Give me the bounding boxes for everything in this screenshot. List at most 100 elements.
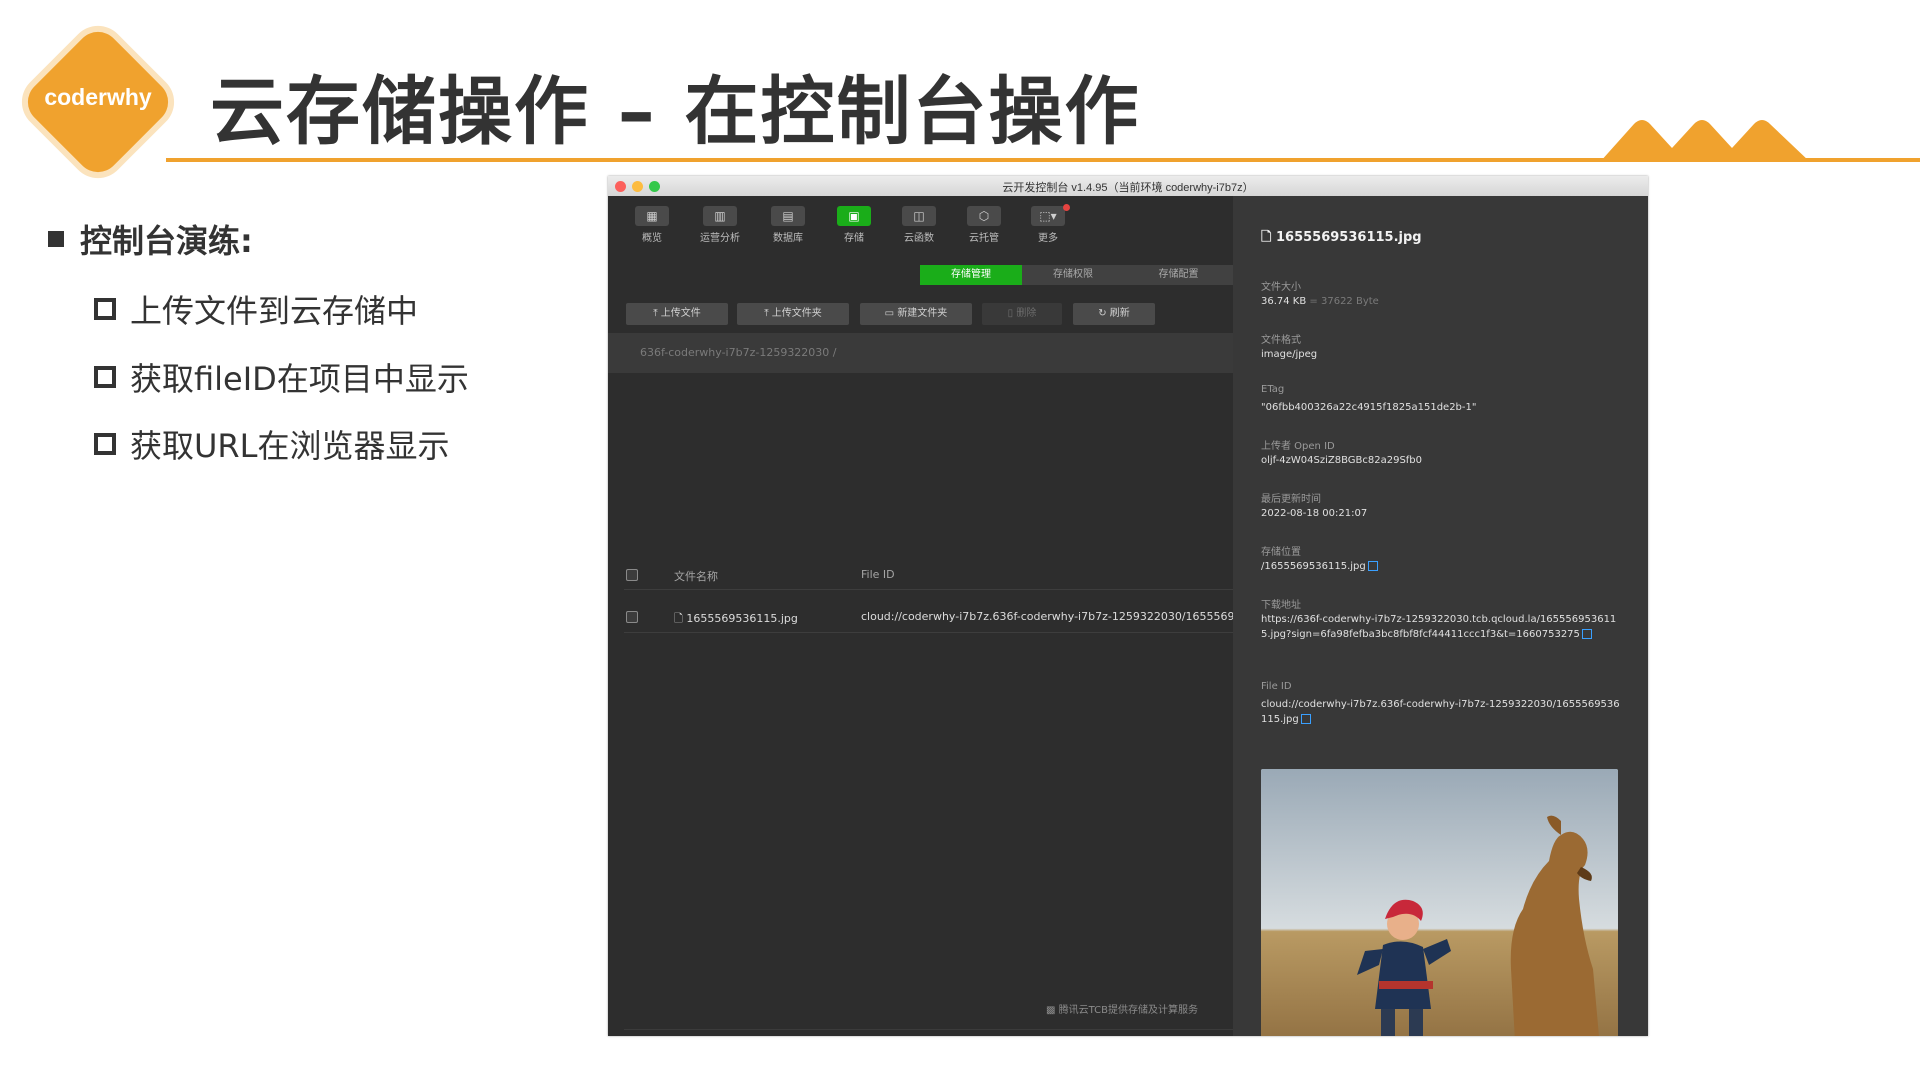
size-bytes: = 37622 Byte xyxy=(1309,296,1379,307)
bullet-main: 控制台演练: xyxy=(48,216,253,262)
file-icon: 🗋 xyxy=(674,612,687,625)
bar-chart-icon: ▥ xyxy=(703,206,737,226)
file-name-cell[interactable]: 🗋 1655569536115.jpg xyxy=(674,610,798,629)
toolbar-label: 存储 xyxy=(844,233,864,244)
uploader-label: 上传者 Open ID xyxy=(1261,441,1335,452)
tab-storage-permissions[interactable]: 存储权限 xyxy=(1022,265,1124,285)
sub-bullet-text: 获取fileID在项目中显示 xyxy=(130,360,469,398)
file-icon: 🗋 xyxy=(1261,230,1276,245)
detail-file-title: 🗋 1655569536115.jpg xyxy=(1261,228,1422,250)
upload-file-button[interactable]: ⤒ 上传文件 xyxy=(626,303,728,325)
window-titlebar: 云开发控制台 v1.4.95（当前环境 coderwhy-i7b7z） xyxy=(608,176,1648,197)
hollow-square-icon xyxy=(94,433,116,455)
table-divider xyxy=(624,632,1233,633)
toolbar-label: 云函数 xyxy=(904,233,934,244)
path-breadcrumb: 636f-coderwhy-i7b7z-1259322030 / xyxy=(608,333,1233,373)
fileid-value: cloud://coderwhy-i7b7z.636f-coderwhy-i7b… xyxy=(1261,697,1621,727)
tab-storage-management[interactable]: 存储管理 xyxy=(920,265,1022,285)
upload-icon: ⤒ xyxy=(764,308,772,319)
sub-bullet-text: 上传文件到云存储中 xyxy=(130,292,419,330)
copy-icon[interactable] xyxy=(1367,561,1378,571)
size-kb: 36.74 KB xyxy=(1261,296,1307,307)
logo-text: coderwhy xyxy=(44,84,152,110)
size-label: 文件大小 xyxy=(1261,282,1301,293)
image-preview xyxy=(1261,769,1618,1036)
column-header-name[interactable]: 文件名称 xyxy=(674,568,718,584)
mountain-decoration xyxy=(1600,120,1810,162)
copy-icon[interactable] xyxy=(1581,629,1592,639)
format-value: image/jpeg xyxy=(1261,349,1318,360)
download-label: 下载地址 xyxy=(1261,600,1301,611)
new-folder-button[interactable]: ▭ 新建文件夹 xyxy=(860,303,972,325)
refresh-icon: ↻ xyxy=(1098,308,1110,319)
fileid-text: cloud://coderwhy-i7b7z.636f-coderwhy-i7b… xyxy=(1261,699,1620,725)
location-label: 存储位置 xyxy=(1261,547,1301,558)
square-bullet-icon xyxy=(48,231,64,247)
delete-button[interactable]: ▯ 删除 xyxy=(982,303,1062,325)
toolbar-item-analytics[interactable]: ▥ 运营分析 xyxy=(694,206,746,244)
toolbar-label: 云托管 xyxy=(969,233,999,244)
toolbar-label: 概览 xyxy=(642,233,662,244)
copy-icon[interactable] xyxy=(1300,714,1311,724)
upload-icon: ⤒ xyxy=(653,308,661,319)
storage-main-pane: ▦ 概览 ▥ 运营分析 ▤ 数据库 ▣ 存储 ◫ 云函数 ⬡ 云托管 ⬚▾ 更多… xyxy=(608,196,1242,1036)
fileid-label: File ID xyxy=(1261,681,1292,692)
table-divider xyxy=(624,589,1233,590)
sub-bullet: 上传文件到云存储中 xyxy=(94,286,418,332)
folder-icon: ▭ xyxy=(884,308,898,319)
column-header-fileid[interactable]: File ID xyxy=(861,568,895,581)
updated-value: 2022-08-18 00:21:07 xyxy=(1261,508,1368,519)
refresh-button[interactable]: ↻ 刷新 xyxy=(1073,303,1155,325)
database-icon: ▤ xyxy=(771,206,805,226)
toolbar-item-database[interactable]: ▤ 数据库 xyxy=(762,206,814,244)
window-title: 云开发控制台 v1.4.95（当前环境 coderwhy-i7b7z） xyxy=(1002,182,1254,194)
button-label: 上传文件 xyxy=(660,308,701,319)
row-checkbox[interactable] xyxy=(626,611,638,623)
tab-storage-config[interactable]: 存储配置 xyxy=(1124,265,1233,285)
file-id-cell[interactable]: cloud://coderwhy-i7b7z.636f-coderwhy-i7b… xyxy=(861,610,1242,623)
toolbar-item-overview[interactable]: ▦ 概览 xyxy=(626,206,678,244)
cloud-logo-icon: ▩ xyxy=(1046,1005,1059,1016)
toolbar-label: 运营分析 xyxy=(700,233,740,244)
detail-file-name: 1655569536115.jpg xyxy=(1275,230,1422,245)
select-all-checkbox[interactable] xyxy=(626,569,638,581)
storage-icon: ▣ xyxy=(837,206,871,226)
updated-label: 最后更新时间 xyxy=(1261,494,1321,505)
format-label: 文件格式 xyxy=(1261,335,1301,346)
button-label: 删除 xyxy=(1016,308,1037,319)
camel-photo xyxy=(1261,769,1618,1036)
button-label: 刷新 xyxy=(1109,308,1130,319)
uploader-value: oljf-4zW04SziZ8BGBc82a29Sfb0 xyxy=(1261,455,1423,466)
toolbar-item-more[interactable]: ⬚▾ 更多 xyxy=(1022,204,1074,244)
footer-text: 腾讯云TCB提供存储及计算服务 xyxy=(1058,1005,1199,1016)
button-label: 上传文件夹 xyxy=(771,308,822,319)
hollow-square-icon xyxy=(94,298,116,320)
toolbar-label: 更多 xyxy=(1038,233,1058,244)
etag-value: "06fbb400326a22c4915f1825a151de2b-1" xyxy=(1261,402,1477,413)
size-value: 36.74 KB = 37622 Byte xyxy=(1261,294,1621,309)
toolbar-item-hosting[interactable]: ⬡ 云托管 xyxy=(958,206,1010,244)
toolbar-item-functions[interactable]: ◫ 云函数 xyxy=(893,206,945,244)
cube-icon: ⬡ xyxy=(967,206,1001,226)
file-detail-panel: 🗋 1655569536115.jpg 文件大小 36.74 KB = 3762… xyxy=(1233,196,1648,1036)
file-name-text: 1655569536115.jpg xyxy=(686,612,798,625)
service-footer: ▩ 腾讯云TCB提供存储及计算服务 xyxy=(1046,1001,1198,1016)
slide-title: 云存储操作 – 在控制台操作 xyxy=(210,69,1141,155)
bullet-main-text: 控制台演练: xyxy=(80,222,253,260)
console-window: 云开发控制台 v1.4.95（当前环境 coderwhy-i7b7z） ▦ 概览… xyxy=(608,176,1648,1036)
download-value: https://636f-coderwhy-i7b7z-1259322030.t… xyxy=(1261,612,1621,642)
grid-icon: ▦ xyxy=(635,206,669,226)
sub-bullet: 获取URL在浏览器显示 xyxy=(94,421,450,467)
toolbar-item-storage[interactable]: ▣ 存储 xyxy=(828,206,880,244)
upload-folder-button[interactable]: ⤒ 上传文件夹 xyxy=(737,303,849,325)
sub-bullet: 获取fileID在项目中显示 xyxy=(94,354,469,400)
sub-bullet-text: 获取URL在浏览器显示 xyxy=(130,427,450,465)
etag-label: ETag xyxy=(1261,384,1285,395)
more-icon: ⬚▾ xyxy=(1031,206,1065,226)
path-text: 636f-coderwhy-i7b7z-1259322030 / xyxy=(640,346,837,359)
button-label: 新建文件夹 xyxy=(897,308,948,319)
footer-divider xyxy=(624,1029,1233,1030)
function-icon: ◫ xyxy=(902,206,936,226)
hollow-square-icon xyxy=(94,366,116,388)
download-url[interactable]: https://636f-coderwhy-i7b7z-1259322030.t… xyxy=(1261,614,1616,640)
